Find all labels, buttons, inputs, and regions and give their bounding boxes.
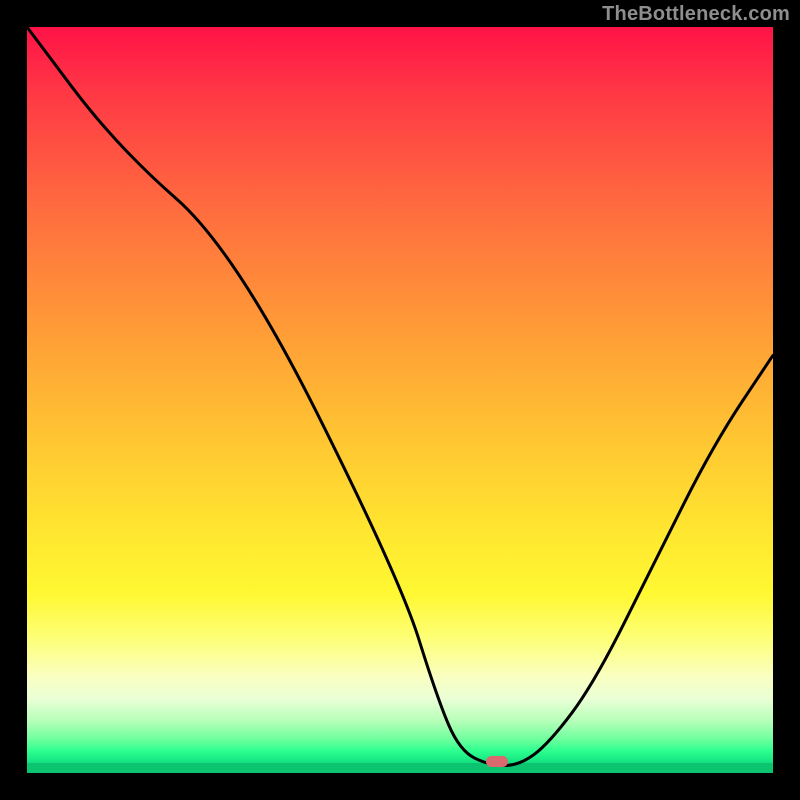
chart-frame: TheBottleneck.com — [0, 0, 800, 800]
plot-area — [27, 27, 773, 773]
bottleneck-curve — [27, 27, 773, 773]
watermark-text: TheBottleneck.com — [602, 3, 790, 26]
optimum-marker — [486, 756, 508, 767]
